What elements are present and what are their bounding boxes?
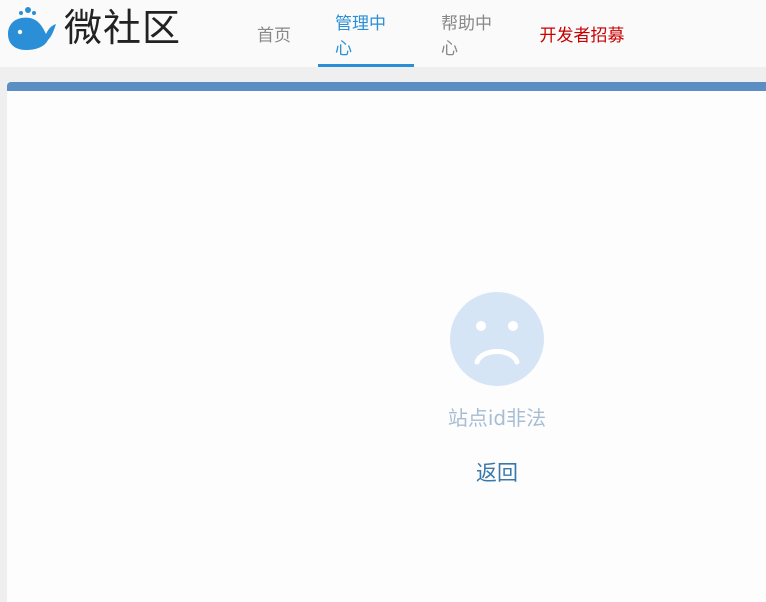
- panel-top-bar: [7, 82, 766, 91]
- logo[interactable]: 微社区: [6, 4, 181, 52]
- content-panel: 站点id非法 返回: [7, 82, 766, 602]
- back-link[interactable]: 返回: [447, 457, 547, 487]
- logo-text: 微社区: [64, 6, 182, 50]
- whale-icon: [8, 7, 56, 50]
- main-nav: 首页 管理中心 帮助中心 开发者招募: [240, 0, 642, 67]
- nav-admin-center[interactable]: 管理中心: [318, 0, 414, 67]
- nav-home[interactable]: 首页: [240, 0, 308, 67]
- sad-face-icon: [450, 292, 544, 386]
- nav-help-center[interactable]: 帮助中心: [424, 0, 520, 67]
- header: 微社区 首页 管理中心 帮助中心 开发者招募: [0, 0, 766, 67]
- error-message: 站点id非法: [447, 406, 547, 430]
- nav-developer-recruit[interactable]: 开发者招募: [522, 0, 642, 67]
